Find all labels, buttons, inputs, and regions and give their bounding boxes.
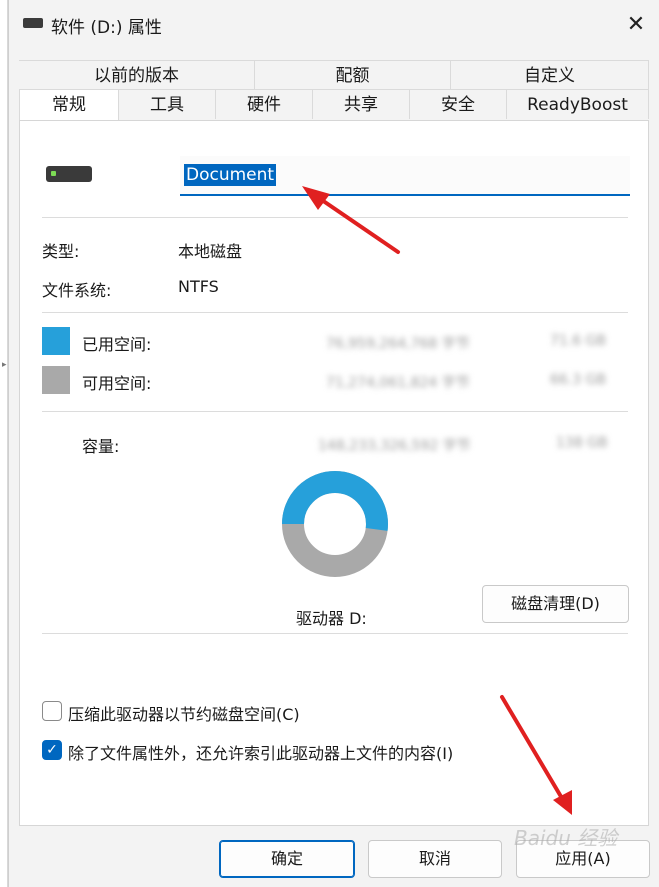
drive-icon bbox=[23, 18, 43, 28]
filesystem-value: NTFS bbox=[178, 277, 219, 296]
tab-sharing[interactable]: 共享 bbox=[313, 89, 410, 119]
filesystem-label: 文件系统: bbox=[42, 281, 112, 300]
general-panel: Document 类型: 本地磁盘 文件系统: NTFS 已用空间: 76,95… bbox=[19, 120, 649, 826]
index-label: 除了文件属性外，还允许索引此驱动器上文件的内容(I) bbox=[68, 744, 454, 763]
edge-mark: ▸ bbox=[2, 360, 7, 370]
volume-name-input[interactable]: Document bbox=[180, 156, 630, 196]
disk-cleanup-button[interactable]: 磁盘清理(D) bbox=[482, 585, 629, 623]
compress-checkbox[interactable] bbox=[42, 701, 62, 721]
divider bbox=[42, 217, 628, 218]
volume-name-selection: Document bbox=[184, 164, 277, 186]
tab-customize[interactable]: 自定义 bbox=[451, 60, 649, 90]
divider bbox=[42, 312, 628, 313]
usage-donut-chart bbox=[282, 471, 388, 577]
window-title: 软件 (D:) 属性 bbox=[51, 18, 162, 38]
tab-readyboost[interactable]: ReadyBoost bbox=[507, 89, 649, 119]
divider bbox=[42, 633, 628, 634]
watermark: Baidu 经验 bbox=[514, 826, 618, 850]
close-button[interactable]: ✕ bbox=[621, 10, 651, 40]
drive-label: 驱动器 D: bbox=[296, 609, 367, 628]
free-space-size: 66.3 GB bbox=[550, 372, 607, 388]
used-space-size: 71.6 GB bbox=[550, 333, 607, 349]
used-space-bytes: 76,959,264,768 字节 bbox=[326, 336, 470, 352]
capacity-label: 容量: bbox=[82, 437, 120, 456]
free-space-swatch bbox=[42, 366, 70, 394]
tab-security[interactable]: 安全 bbox=[410, 89, 507, 119]
type-value: 本地磁盘 bbox=[178, 242, 243, 261]
tab-hardware[interactable]: 硬件 bbox=[216, 89, 313, 119]
capacity-size: 138 GB bbox=[556, 435, 608, 451]
tab-tools[interactable]: 工具 bbox=[119, 89, 216, 119]
used-space-label: 已用空间: bbox=[82, 335, 152, 354]
free-space-bytes: 71,274,061,824 字节 bbox=[326, 375, 470, 391]
drive-led bbox=[51, 171, 56, 176]
index-checkbox[interactable]: ✓ bbox=[42, 740, 62, 760]
background-window-edge: ▸ bbox=[0, 0, 8, 887]
free-space-label: 可用空间: bbox=[82, 374, 152, 393]
compress-label: 压缩此驱动器以节约磁盘空间(C) bbox=[68, 705, 300, 724]
tab-previous-versions[interactable]: 以前的版本 bbox=[19, 60, 255, 90]
capacity-bytes: 148,233,326,592 字节 bbox=[318, 438, 471, 454]
properties-dialog: 软件 (D:) 属性 ✕ 以前的版本 配额 自定义 常规 工具 硬件 共享 安全… bbox=[8, 0, 659, 887]
tab-general[interactable]: 常规 bbox=[19, 89, 119, 121]
tab-quota[interactable]: 配额 bbox=[255, 60, 451, 90]
ok-button[interactable]: 确定 bbox=[219, 840, 355, 878]
cancel-button[interactable]: 取消 bbox=[368, 840, 502, 878]
used-space-swatch bbox=[42, 327, 70, 355]
type-label: 类型: bbox=[42, 242, 80, 261]
title-bar: 软件 (D:) 属性 ✕ bbox=[9, 0, 659, 50]
hard-drive-icon bbox=[46, 166, 92, 182]
divider bbox=[42, 411, 628, 412]
